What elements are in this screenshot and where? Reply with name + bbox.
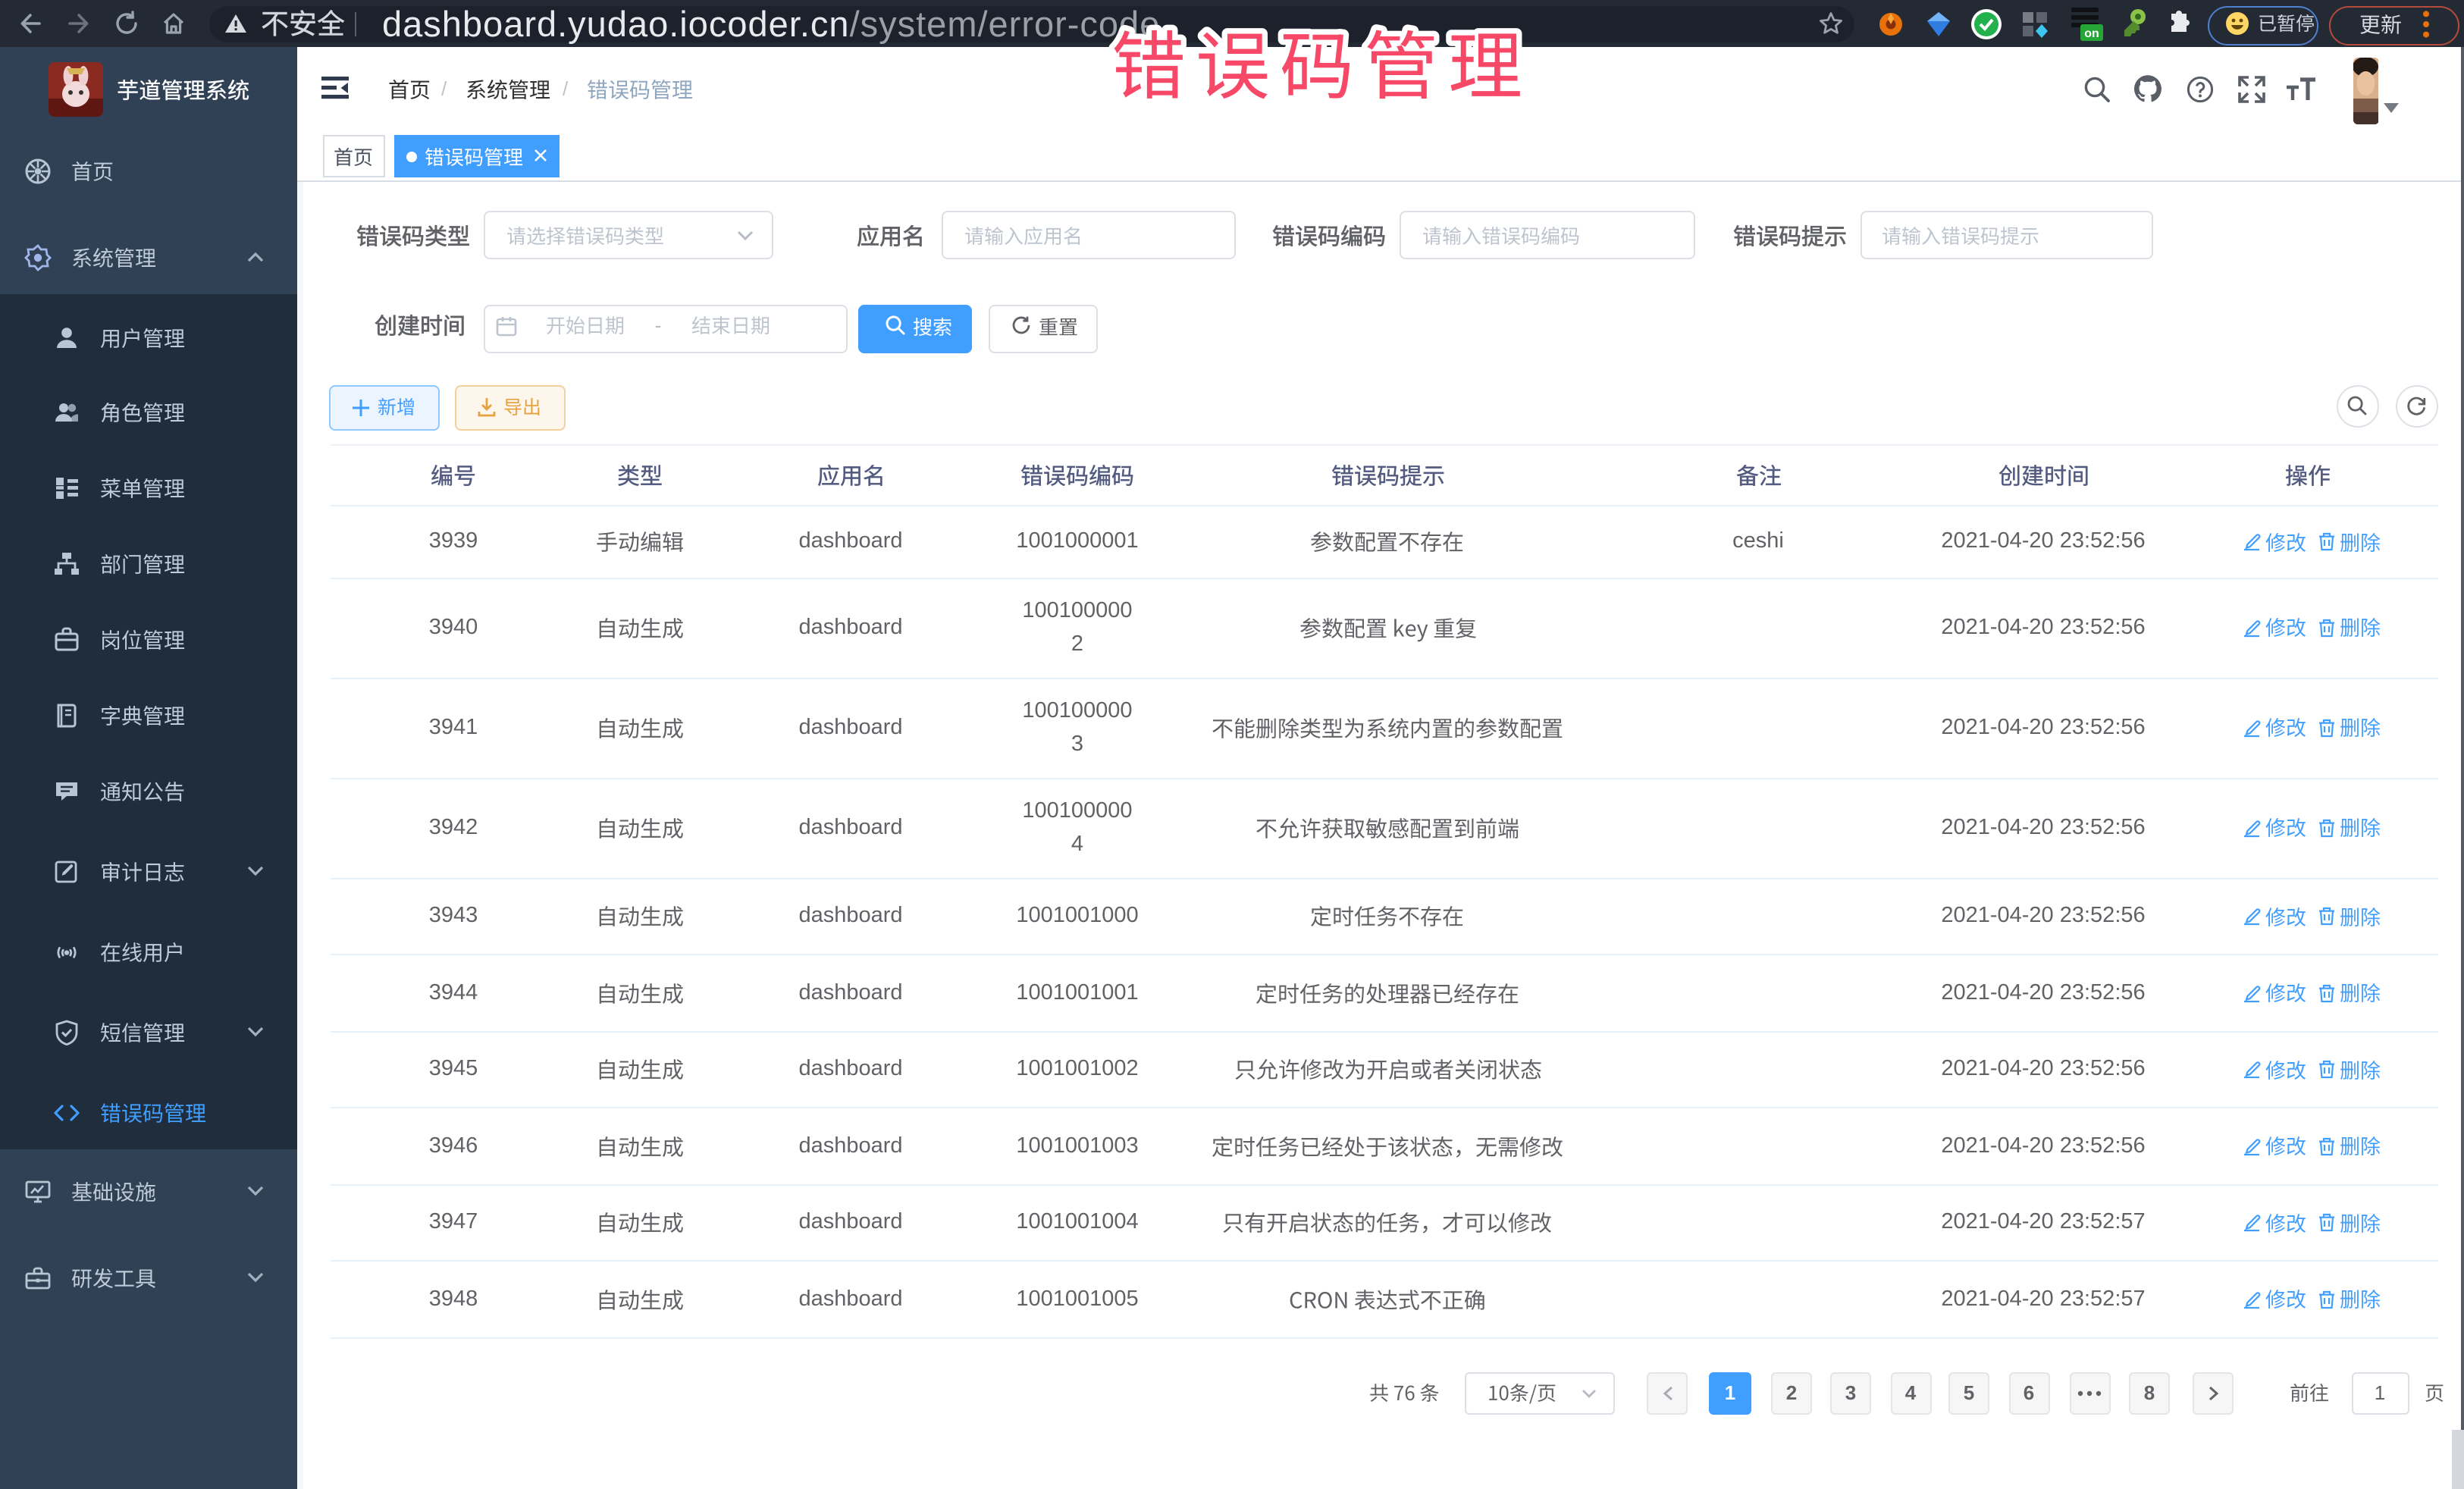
svg-text:on: on	[2084, 27, 2099, 40]
